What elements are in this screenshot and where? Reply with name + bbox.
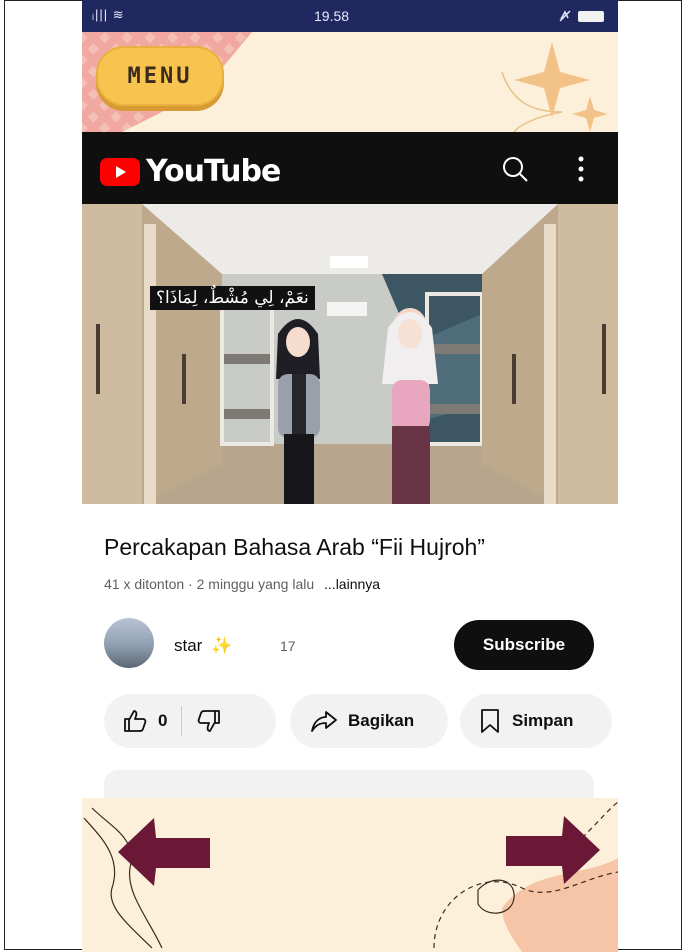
status-time: 19.58 <box>314 8 350 24</box>
menu-button[interactable]: MENU <box>96 46 224 106</box>
video-player[interactable]: نعَمْ، لِي مُشْطٌ، لِمَاذَا؟ <box>82 204 618 504</box>
dislike-button[interactable] <box>196 708 222 734</box>
status-bar: ᵢ||| ≋ 19.58 <box>82 0 618 32</box>
bookmark-icon <box>481 709 499 733</box>
action-bar: 0 Bagikan Simpan <box>104 694 618 750</box>
like-button[interactable]: 0 <box>122 708 167 734</box>
battery-icon <box>578 10 604 22</box>
thumbs-down-icon <box>198 710 221 732</box>
video-meta[interactable]: 41 x ditonton · 2 minggu yang lalu ...la… <box>104 576 380 592</box>
subscriber-count: 17 <box>280 638 296 654</box>
share-icon <box>311 711 337 732</box>
channel-name[interactable]: star ✨ <box>174 636 232 656</box>
youtube-logo[interactable]: YouTube <box>100 154 281 189</box>
video-frame-illustration <box>82 204 618 504</box>
channel-name-text: star <box>174 636 203 655</box>
save-button[interactable]: Simpan <box>460 694 612 748</box>
like-count: 0 <box>158 711 168 730</box>
signal-wifi-indicator: ᵢ||| ≋ <box>92 7 125 22</box>
muted-icon <box>559 10 571 22</box>
view-count-date: 41 x ditonton · 2 minggu yang lalu <box>104 576 315 592</box>
video-subtitle: نعَمْ، لِي مُشْطٌ، لِمَاذَا؟ <box>150 286 315 310</box>
youtube-brand-text: YouTube <box>146 154 281 189</box>
status-right <box>558 9 604 23</box>
sparkle-icon: ✨ <box>211 636 233 655</box>
next-arrow-button[interactable] <box>500 812 604 888</box>
youtube-header: YouTube <box>82 132 618 204</box>
thumbs-up-icon <box>124 710 147 732</box>
share-button[interactable]: Bagikan <box>290 694 448 748</box>
channel-row: star ✨ 17 Subscribe <box>104 614 604 678</box>
search-icon[interactable] <box>500 154 530 184</box>
phone-screen: ᵢ||| ≋ 19.58 MENU YouTube نعَمْ، لِي مُش… <box>82 0 618 952</box>
subscribe-button[interactable]: Subscribe <box>454 620 594 670</box>
like-divider <box>181 706 183 736</box>
bottom-banner <box>82 798 618 952</box>
channel-avatar[interactable] <box>104 618 154 668</box>
previous-arrow-button[interactable] <box>114 814 214 890</box>
top-banner: MENU <box>82 32 618 132</box>
like-dislike-group: 0 <box>104 694 276 748</box>
video-title[interactable]: Percakapan Bahasa Arab “Fii Hujroh” <box>104 534 604 561</box>
share-label: Bagikan <box>348 711 415 730</box>
save-label: Simpan <box>512 711 574 730</box>
more-link[interactable]: ...lainnya <box>324 576 380 592</box>
more-vert-icon[interactable] <box>576 154 586 184</box>
youtube-logo-icon <box>100 157 140 186</box>
